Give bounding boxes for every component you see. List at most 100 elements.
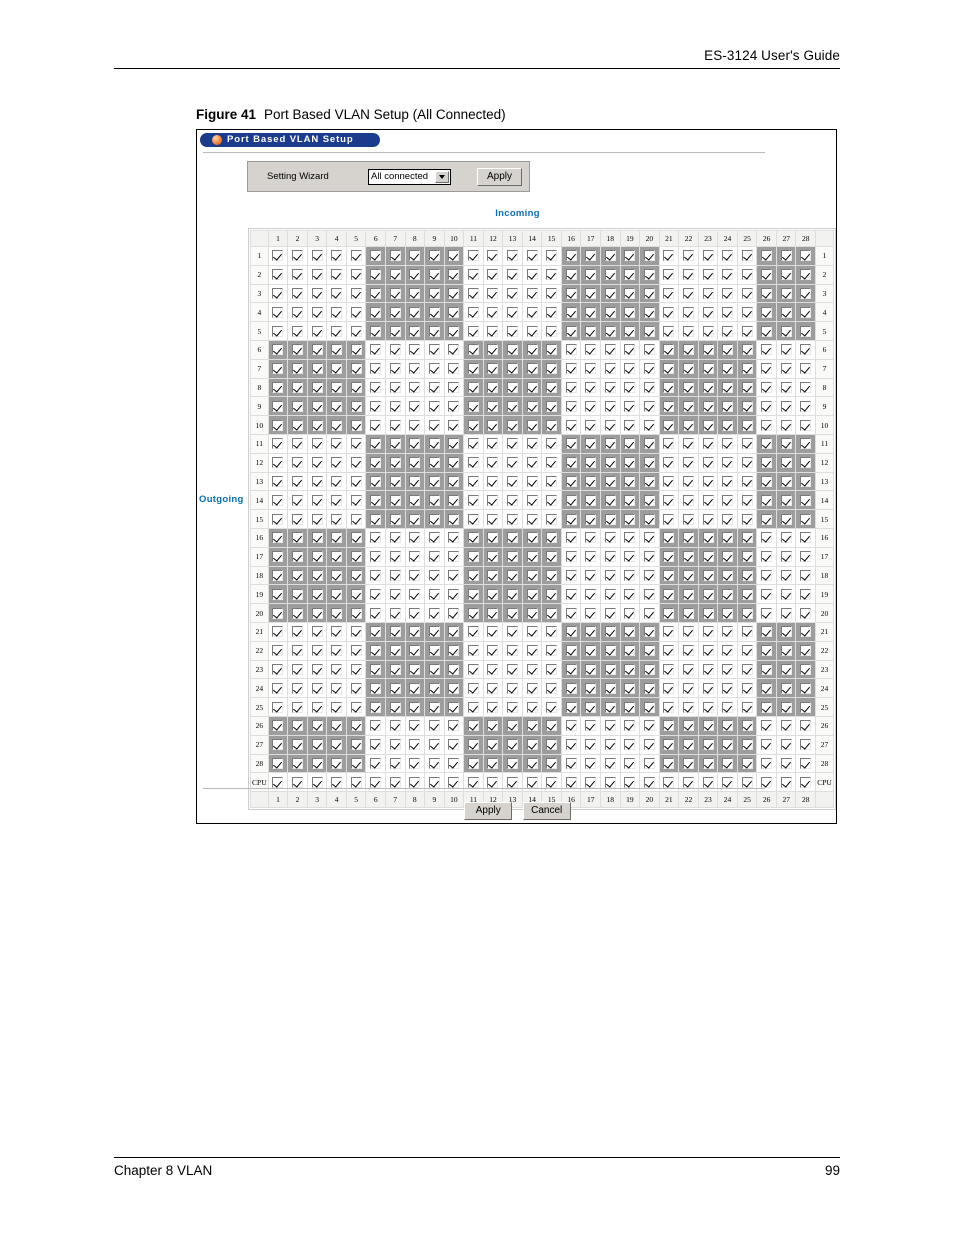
checkbox-checked-icon[interactable]	[604, 306, 616, 318]
checkbox-checked-icon[interactable]	[467, 607, 479, 619]
checkbox-checked-icon[interactable]	[624, 757, 636, 769]
checkbox-checked-icon[interactable]	[585, 400, 597, 412]
checkbox-checked-icon[interactable]	[272, 494, 284, 506]
matrix-cell[interactable]	[384, 715, 406, 736]
matrix-cell[interactable]	[541, 283, 562, 304]
checkbox-checked-icon[interactable]	[741, 325, 753, 337]
checkbox-checked-icon[interactable]	[780, 513, 792, 525]
checkbox-checked-icon[interactable]	[331, 607, 343, 619]
checkbox-checked-icon[interactable]	[526, 532, 538, 544]
checkbox-checked-icon[interactable]	[585, 588, 597, 600]
checkbox-checked-icon[interactable]	[409, 494, 421, 506]
matrix-cell[interactable]	[287, 302, 308, 323]
checkbox-checked-icon[interactable]	[487, 438, 499, 450]
matrix-cell[interactable]	[345, 640, 367, 661]
matrix-cell[interactable]	[521, 490, 543, 511]
matrix-cell[interactable]	[502, 246, 523, 266]
matrix-cell[interactable]	[306, 527, 328, 548]
checkbox-checked-icon[interactable]	[311, 757, 323, 769]
matrix-cell[interactable]	[384, 490, 406, 511]
matrix-cell[interactable]	[678, 640, 699, 661]
matrix-cell[interactable]	[600, 565, 621, 586]
checkbox-checked-icon[interactable]	[604, 757, 616, 769]
matrix-cell[interactable]	[541, 396, 562, 417]
checkbox-checked-icon[interactable]	[370, 532, 382, 544]
checkbox-checked-icon[interactable]	[682, 438, 694, 450]
matrix-cell[interactable]	[502, 715, 523, 736]
checkbox-checked-icon[interactable]	[350, 438, 362, 450]
matrix-cell[interactable]	[482, 621, 504, 642]
checkbox-checked-icon[interactable]	[272, 381, 284, 393]
checkbox-checked-icon[interactable]	[682, 344, 694, 356]
matrix-cell[interactable]	[443, 490, 465, 511]
matrix-cell[interactable]	[678, 283, 699, 304]
checkbox-checked-icon[interactable]	[467, 494, 479, 506]
matrix-cell[interactable]	[365, 246, 386, 266]
checkbox-checked-icon[interactable]	[643, 757, 655, 769]
matrix-cell[interactable]	[463, 433, 484, 454]
checkbox-checked-icon[interactable]	[643, 739, 655, 751]
checkbox-checked-icon[interactable]	[780, 682, 792, 694]
matrix-cell[interactable]	[345, 415, 367, 435]
checkbox-checked-icon[interactable]	[350, 475, 362, 487]
checkbox-checked-icon[interactable]	[311, 701, 323, 713]
matrix-cell[interactable]	[365, 546, 386, 567]
checkbox-checked-icon[interactable]	[643, 306, 655, 318]
checkbox-checked-icon[interactable]	[370, 569, 382, 581]
checkbox-checked-icon[interactable]	[370, 513, 382, 525]
checkbox-checked-icon[interactable]	[370, 739, 382, 751]
checkbox-checked-icon[interactable]	[565, 720, 577, 732]
matrix-cell[interactable]	[326, 509, 347, 529]
matrix-cell[interactable]	[658, 264, 680, 285]
checkbox-checked-icon[interactable]	[487, 739, 499, 751]
checkbox-checked-icon[interactable]	[722, 607, 734, 619]
matrix-cell[interactable]	[736, 640, 758, 661]
checkbox-checked-icon[interactable]	[409, 607, 421, 619]
matrix-cell[interactable]	[287, 546, 308, 567]
checkbox-checked-icon[interactable]	[761, 457, 773, 469]
checkbox-checked-icon[interactable]	[585, 532, 597, 544]
checkbox-checked-icon[interactable]	[487, 532, 499, 544]
checkbox-checked-icon[interactable]	[702, 363, 714, 375]
matrix-cell[interactable]	[345, 471, 367, 492]
matrix-cell[interactable]	[697, 640, 719, 661]
checkbox-checked-icon[interactable]	[565, 381, 577, 393]
checkbox-checked-icon[interactable]	[682, 720, 694, 732]
checkbox-checked-icon[interactable]	[565, 513, 577, 525]
checkbox-checked-icon[interactable]	[741, 720, 753, 732]
checkbox-checked-icon[interactable]	[448, 381, 460, 393]
matrix-cell[interactable]	[463, 509, 484, 529]
checkbox-checked-icon[interactable]	[682, 607, 694, 619]
matrix-cell[interactable]	[404, 509, 426, 529]
checkbox-checked-icon[interactable]	[350, 532, 362, 544]
checkbox-checked-icon[interactable]	[389, 551, 401, 563]
matrix-cell[interactable]	[424, 659, 445, 680]
matrix-cell[interactable]	[541, 565, 562, 586]
checkbox-checked-icon[interactable]	[546, 626, 558, 638]
matrix-cell[interactable]	[639, 490, 660, 511]
checkbox-checked-icon[interactable]	[546, 381, 558, 393]
checkbox-checked-icon[interactable]	[624, 363, 636, 375]
matrix-cell[interactable]	[306, 659, 328, 680]
matrix-cell[interactable]	[600, 433, 621, 454]
matrix-cell[interactable]	[424, 753, 445, 774]
checkbox-checked-icon[interactable]	[350, 400, 362, 412]
matrix-cell[interactable]	[717, 264, 738, 285]
matrix-cell[interactable]	[600, 302, 621, 323]
checkbox-checked-icon[interactable]	[663, 400, 675, 412]
checkbox-checked-icon[interactable]	[331, 663, 343, 675]
checkbox-checked-icon[interactable]	[409, 663, 421, 675]
checkbox-checked-icon[interactable]	[604, 457, 616, 469]
matrix-cell[interactable]	[756, 715, 777, 736]
matrix-cell[interactable]	[463, 452, 484, 473]
checkbox-checked-icon[interactable]	[780, 344, 792, 356]
checkbox-checked-icon[interactable]	[467, 325, 479, 337]
checkbox-checked-icon[interactable]	[507, 757, 519, 769]
checkbox-checked-icon[interactable]	[604, 739, 616, 751]
checkbox-checked-icon[interactable]	[350, 287, 362, 299]
checkbox-checked-icon[interactable]	[389, 776, 401, 788]
matrix-cell[interactable]	[306, 283, 328, 304]
matrix-cell[interactable]	[560, 452, 582, 473]
matrix-cell[interactable]	[697, 565, 719, 586]
matrix-cell[interactable]	[678, 377, 699, 398]
